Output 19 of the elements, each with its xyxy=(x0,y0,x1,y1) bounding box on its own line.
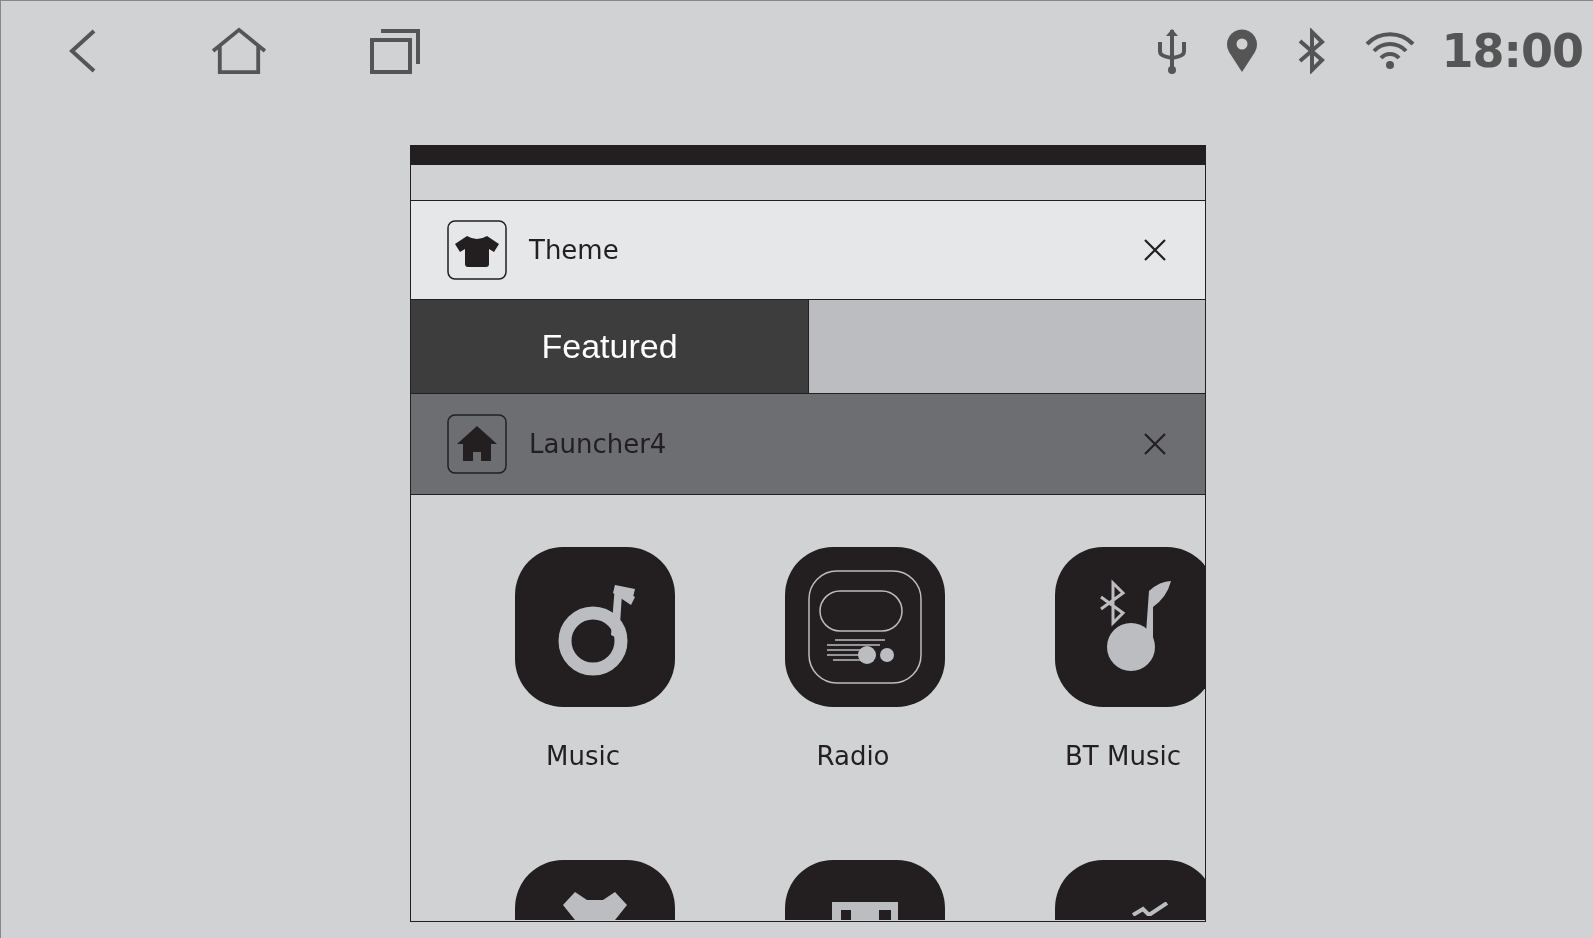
recent-apps-icon[interactable] xyxy=(369,27,421,75)
home-icon[interactable] xyxy=(209,27,269,75)
house-icon xyxy=(447,414,507,474)
app-tile[interactable] xyxy=(1055,547,1205,707)
app-label: BT Music xyxy=(1065,741,1181,771)
app-tile[interactable] xyxy=(785,547,945,707)
window-title: Launcher4 xyxy=(529,429,668,459)
shirt-icon xyxy=(447,220,507,280)
checkmark-icon xyxy=(1132,902,1168,916)
clock-time: 18:00 xyxy=(1441,24,1583,78)
app-label: Radio xyxy=(816,741,890,771)
close-icon[interactable] xyxy=(1143,238,1167,262)
window-title: Theme xyxy=(529,235,620,265)
back-icon[interactable] xyxy=(67,27,97,75)
tab[interactable]: Featured xyxy=(411,300,808,393)
shirt-icon xyxy=(563,892,627,920)
app-tile[interactable] xyxy=(515,547,675,707)
window-row[interactable]: Theme xyxy=(411,201,1205,300)
app-label: Music xyxy=(546,741,620,771)
